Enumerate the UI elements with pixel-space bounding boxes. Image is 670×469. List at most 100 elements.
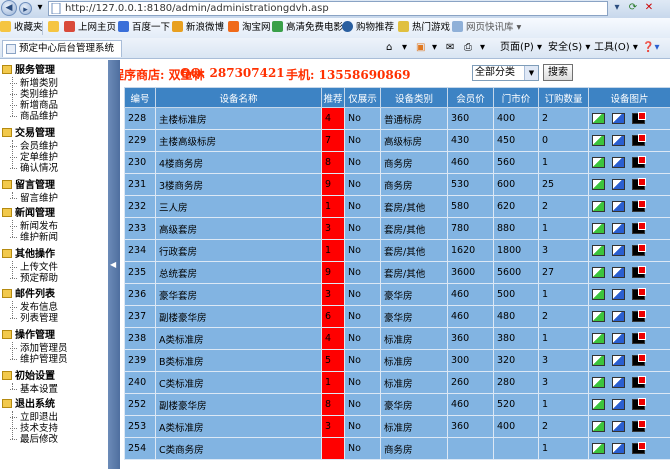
- delete-image-icon[interactable]: [632, 222, 646, 234]
- edit-image-icon[interactable]: [612, 267, 625, 278]
- edit-image-icon[interactable]: [612, 223, 625, 234]
- search-button[interactable]: 搜索: [543, 64, 573, 81]
- edit-image-icon[interactable]: [612, 179, 625, 190]
- table-row[interactable]: 229 主楼高级标房 7 No 高级标房 430 450 0: [124, 129, 670, 152]
- sidebar-item[interactable]: 基本设置: [9, 384, 58, 395]
- edit-image-icon[interactable]: [612, 157, 625, 168]
- delete-image-icon[interactable]: [632, 244, 646, 256]
- back-icon[interactable]: ◀: [1, 0, 17, 16]
- forward-icon[interactable]: ▸: [19, 2, 32, 15]
- table-row[interactable]: 253 A类标准房 3 No 标准房 360 400 2: [124, 415, 670, 438]
- upload-image-icon[interactable]: [592, 201, 605, 212]
- home-icon[interactable]: ⌂: [386, 41, 392, 55]
- delete-image-icon[interactable]: [632, 200, 646, 212]
- upload-image-icon[interactable]: [592, 355, 605, 366]
- upload-image-icon[interactable]: [592, 377, 605, 388]
- table-row[interactable]: 239 B类标准房 5 No 标准房 300 320 3: [124, 349, 670, 372]
- delete-image-icon[interactable]: [632, 266, 646, 278]
- upload-image-icon[interactable]: [592, 135, 605, 146]
- upload-image-icon[interactable]: [592, 399, 605, 410]
- sidebar-section-1[interactable]: 交易管理: [2, 128, 55, 140]
- table-row[interactable]: 232 三人房 1 No 套房/其他 580 620 2: [124, 195, 670, 218]
- table-row[interactable]: 238 A类标准房 4 No 标准房 360 380 1: [124, 327, 670, 350]
- sidebar-item[interactable]: 维护管理员: [10, 354, 68, 365]
- tools-menu[interactable]: 工具(O) ▾: [594, 41, 638, 55]
- sidebar-item[interactable]: 定单维护: [9, 152, 58, 163]
- upload-image-icon[interactable]: [592, 289, 605, 300]
- edit-image-icon[interactable]: [612, 201, 625, 212]
- delete-image-icon[interactable]: [632, 442, 646, 454]
- delete-image-icon[interactable]: [632, 178, 646, 190]
- favorite-games[interactable]: 热门游戏: [398, 21, 450, 35]
- edit-image-icon[interactable]: [612, 113, 625, 124]
- stop-icon[interactable]: ✕: [642, 1, 656, 15]
- table-row[interactable]: 233 高级套房 3 No 套房/其他 780 880 1: [124, 217, 670, 240]
- edit-image-icon[interactable]: [612, 355, 625, 366]
- category-select[interactable]: 全部分类 ▼: [472, 65, 539, 81]
- edit-image-icon[interactable]: [612, 289, 625, 300]
- sidebar-section-4[interactable]: 其他操作: [2, 249, 55, 261]
- print-icon[interactable]: ⎙: [464, 41, 472, 55]
- favorite-shopping[interactable]: 购物推荐: [342, 21, 394, 35]
- upload-image-icon[interactable]: [592, 267, 605, 278]
- sidebar-item[interactable]: 新闻发布: [9, 221, 58, 232]
- sidebar-item[interactable]: 添加管理员: [10, 343, 68, 354]
- delete-image-icon[interactable]: [632, 398, 646, 410]
- edit-image-icon[interactable]: [612, 399, 625, 410]
- edit-image-icon[interactable]: [612, 135, 625, 146]
- delete-image-icon[interactable]: [632, 354, 646, 366]
- delete-image-icon[interactable]: [632, 376, 646, 388]
- delete-image-icon[interactable]: [632, 420, 646, 432]
- collapse-arrow-icon[interactable]: ◀: [110, 260, 116, 269]
- chevron-down-icon[interactable]: ▾: [480, 41, 485, 55]
- delete-image-icon[interactable]: [632, 332, 646, 344]
- upload-image-icon[interactable]: [592, 223, 605, 234]
- upload-image-icon[interactable]: [592, 113, 605, 124]
- favorite-star-add[interactable]: [48, 21, 62, 35]
- sidebar-section-5[interactable]: 邮件列表: [2, 289, 55, 301]
- sidebar-item[interactable]: 商品维护: [9, 111, 58, 122]
- sidebar-item[interactable]: 新增类别: [9, 78, 58, 89]
- edit-image-icon[interactable]: [612, 333, 625, 344]
- chevron-down-icon[interactable]: ▾: [33, 1, 47, 15]
- sidebar-item[interactable]: 确认情况: [9, 163, 58, 174]
- table-row[interactable]: 252 副楼豪华房 8 No 豪华房 460 520 1: [124, 393, 670, 416]
- edit-image-icon[interactable]: [612, 421, 625, 432]
- edit-image-icon[interactable]: [612, 311, 625, 322]
- delete-image-icon[interactable]: [632, 288, 646, 300]
- table-row[interactable]: 230 4楼商务房 8 No 商务房 460 560 1: [124, 151, 670, 174]
- sidebar-item[interactable]: 预定帮助: [9, 273, 58, 284]
- table-row[interactable]: 231 3楼商务房 9 No 商务房 530 600 25: [124, 173, 670, 196]
- edit-image-icon[interactable]: [612, 377, 625, 388]
- sidebar-item[interactable]: 上传文件: [9, 262, 58, 273]
- favorite-taobao[interactable]: 淘宝网: [228, 21, 271, 35]
- sidebar-section-2[interactable]: 留言管理: [2, 180, 55, 192]
- upload-image-icon[interactable]: [592, 245, 605, 256]
- favorite-baidu[interactable]: 百度一下: [118, 21, 170, 35]
- upload-image-icon[interactable]: [592, 443, 605, 454]
- favorite-movies[interactable]: 高清免费电影: [272, 21, 343, 35]
- table-row[interactable]: 234 行政套房 1 No 套房/其他 1620 1800 3: [124, 239, 670, 262]
- delete-image-icon[interactable]: [632, 134, 646, 146]
- sidebar-section-6[interactable]: 操作管理: [2, 330, 55, 342]
- sidebar-item[interactable]: 技术支持: [9, 423, 58, 434]
- table-row[interactable]: 228 主楼标准房 4 No 普通标房 360 400 2: [124, 107, 670, 130]
- upload-image-icon[interactable]: [592, 333, 605, 344]
- sidebar-section-7[interactable]: 初始设置: [2, 371, 55, 383]
- help-icon[interactable]: ❓▾: [642, 41, 659, 55]
- sidebar-item[interactable]: 会员维护: [9, 141, 58, 152]
- delete-image-icon[interactable]: [632, 112, 646, 124]
- sidebar-item[interactable]: 新增商品: [9, 100, 58, 111]
- favorites-button[interactable]: 收藏夹: [0, 21, 43, 35]
- favorite-weibo[interactable]: 新浪微博: [172, 21, 224, 35]
- page-menu[interactable]: 页面(P) ▾: [500, 41, 542, 55]
- dropdown-icon[interactable]: ▾: [610, 1, 624, 15]
- sidebar-splitter[interactable]: ◀: [108, 60, 120, 469]
- table-row[interactable]: 236 豪华套房 3 No 豪华房 460 500 1: [124, 283, 670, 306]
- delete-image-icon[interactable]: [632, 310, 646, 322]
- chevron-down-icon[interactable]: ▾: [432, 41, 437, 55]
- favorite-home[interactable]: 上网主页: [64, 21, 116, 35]
- sidebar-item[interactable]: 立即退出: [9, 412, 58, 423]
- sidebar-item[interactable]: 列表管理: [9, 313, 58, 324]
- table-row[interactable]: 240 C类标准房 1 No 标准房 260 280 3: [124, 371, 670, 394]
